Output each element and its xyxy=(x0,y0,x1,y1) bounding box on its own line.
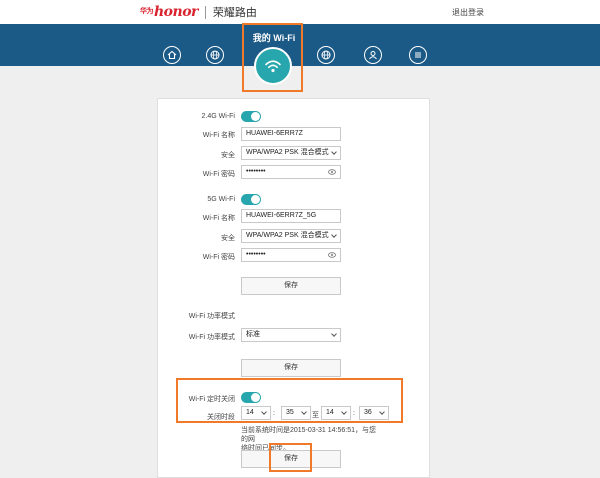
honor-logo: 华为honor xyxy=(140,4,198,20)
wifi24-security-value: WPA/WPA2 PSK 混合模式 xyxy=(246,149,329,156)
user-icon xyxy=(369,51,377,60)
power-mode-value: 标准 xyxy=(246,331,260,338)
system-time-note-line1: 当前系统时间是2015-03-31 14:56:51，与您的网 xyxy=(241,427,376,443)
nav-more[interactable] xyxy=(409,46,427,64)
wifi5-password-label: Wi-Fi 密码 xyxy=(202,254,235,261)
chevron-down-icon xyxy=(331,331,337,337)
home-icon xyxy=(167,50,177,60)
globe-icon xyxy=(210,50,220,60)
wifi5-password-input[interactable]: •••••••• xyxy=(241,248,341,262)
wifi5-security-select[interactable]: WPA/WPA2 PSK 混合模式 xyxy=(241,229,341,243)
wifi5-security-label: 安全 xyxy=(221,235,235,242)
wifi5-toggle-label: 5G Wi-Fi xyxy=(207,196,235,203)
chevron-down-icon xyxy=(331,149,337,155)
nav-home[interactable] xyxy=(163,46,181,64)
globe-icon xyxy=(321,50,331,60)
wifi5-password-value: •••••••• xyxy=(246,251,266,258)
power-mode-select[interactable]: 标准 xyxy=(241,328,341,342)
save-wifi-button[interactable]: 保存 xyxy=(241,277,341,295)
brand: 华为honor 荣耀路由 xyxy=(140,4,257,20)
wifi24-name-label: Wi-Fi 名称 xyxy=(202,132,235,139)
nav-internet[interactable] xyxy=(206,46,224,64)
nav-devices[interactable] xyxy=(317,46,335,64)
highlight-box-timer xyxy=(176,378,403,423)
menu-icon xyxy=(415,52,421,58)
wifi24-toggle[interactable] xyxy=(241,111,261,122)
wifi24-name-input[interactable]: HUAWEI-6ERR7Z xyxy=(241,127,341,141)
top-bar: 华为honor 荣耀路由 退出登录 xyxy=(0,0,600,24)
highlight-box-nav xyxy=(242,23,303,92)
wifi24-security-label: 安全 xyxy=(221,152,235,159)
router-admin-page: 华为honor 荣耀路由 退出登录 我的 Wi-Fi 2.4G Wi-Fi Wi… xyxy=(0,0,600,478)
brand-divider xyxy=(204,5,206,19)
brand-name: 荣耀路由 xyxy=(212,7,257,19)
wifi5-name-input[interactable]: HUAWEI-6ERR7Z_5G xyxy=(241,209,341,223)
eye-icon[interactable] xyxy=(328,252,336,258)
wifi24-password-value: •••••••• xyxy=(246,168,266,175)
chevron-down-icon xyxy=(331,232,337,238)
wifi5-toggle[interactable] xyxy=(241,194,261,205)
save-power-button[interactable]: 保存 xyxy=(241,359,341,377)
power-mode-label: Wi-Fi 功率模式 xyxy=(188,334,235,341)
wifi5-security-value: WPA/WPA2 PSK 混合模式 xyxy=(246,232,329,239)
logout-link[interactable]: 退出登录 xyxy=(452,7,484,18)
highlight-box-save xyxy=(269,443,312,472)
wifi24-password-label: Wi-Fi 密码 xyxy=(202,171,235,178)
wifi24-security-select[interactable]: WPA/WPA2 PSK 混合模式 xyxy=(241,146,341,160)
power-section-label: Wi-Fi 功率模式 xyxy=(188,313,235,320)
eye-icon[interactable] xyxy=(328,169,336,175)
wifi24-password-input[interactable]: •••••••• xyxy=(241,165,341,179)
nav-user[interactable] xyxy=(364,46,382,64)
wifi24-toggle-label: 2.4G Wi-Fi xyxy=(201,113,235,120)
wifi5-name-label: Wi-Fi 名称 xyxy=(202,215,235,222)
